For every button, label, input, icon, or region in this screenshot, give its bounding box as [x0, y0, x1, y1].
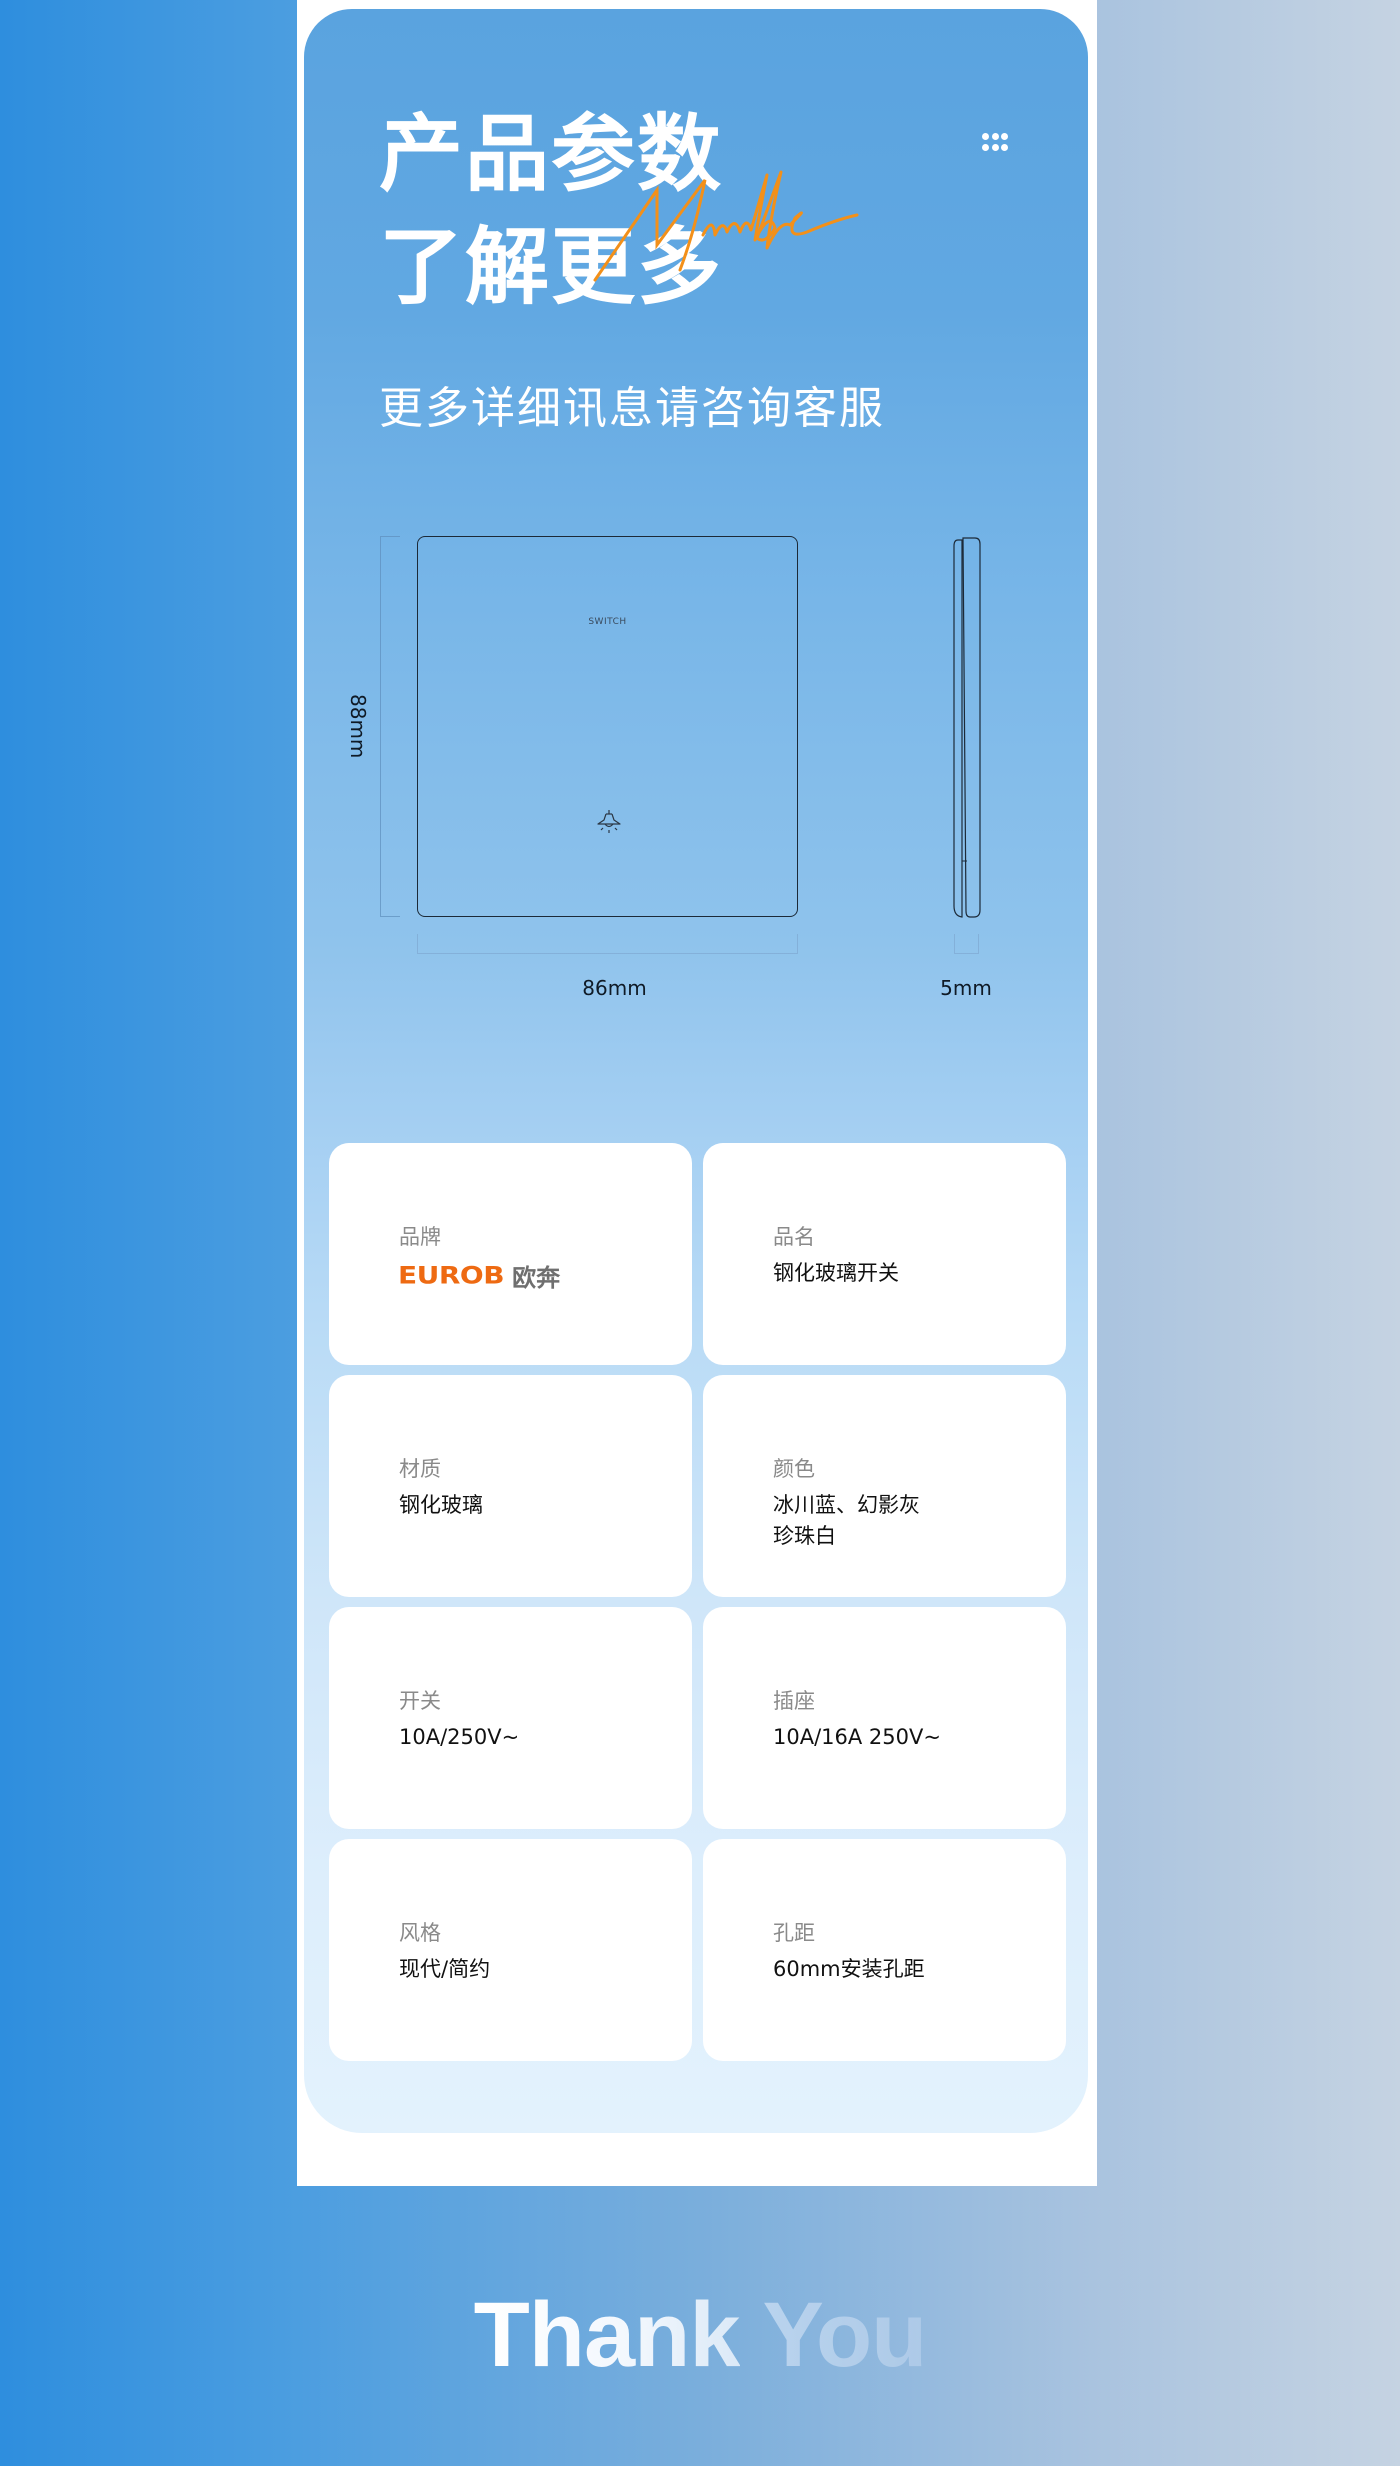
depth-dimension-line	[954, 934, 979, 954]
spec-label: 风格	[399, 1921, 441, 1945]
brand-logo-cn: 欧奔	[512, 1263, 561, 1292]
thank-you-banner: Thank You	[0, 2283, 1400, 2388]
spec-value: 钢化玻璃开关	[773, 1261, 899, 1285]
spec-label: 品名	[773, 1225, 815, 1249]
page-title-line-2: 了解更多	[379, 218, 724, 316]
spec-card-socket-rating[interactable]: 插座 10A/16A 250V~	[703, 1607, 1066, 1829]
dot	[982, 133, 989, 140]
width-dimension-line	[417, 934, 798, 954]
spec-value: 冰川蓝、幻影灰 珍珠白	[773, 1493, 920, 1548]
switch-side-view	[953, 537, 981, 918]
width-label: 86mm	[582, 976, 647, 1000]
page-title-line-1: 产品参数	[379, 105, 724, 203]
dot	[1001, 144, 1008, 151]
spec-card-switch-rating[interactable]: 开关 10A/250V~	[329, 1607, 692, 1829]
spec-value: 60mm安装孔距	[773, 1957, 925, 1981]
height-label: 88mm	[346, 694, 370, 759]
thank-word: Thank	[473, 2284, 741, 2386]
dot	[991, 133, 999, 140]
spec-value: 10A/16A 250V~	[773, 1725, 941, 1749]
spec-label: 插座	[773, 1689, 815, 1713]
spec-value: 现代/简约	[399, 1957, 491, 1981]
brand-logo-en: EUROB	[398, 1260, 505, 1290]
spec-card-color[interactable]: 颜色 冰川蓝、幻影灰 珍珠白	[703, 1375, 1066, 1597]
spec-card-style[interactable]: 风格 现代/简约	[329, 1839, 692, 2061]
spec-label: 材质	[399, 1457, 441, 1481]
dot	[982, 144, 989, 151]
spec-card-product-name[interactable]: 品名 钢化玻璃开关	[703, 1143, 1066, 1365]
spec-value: 10A/250V~	[399, 1725, 520, 1749]
spec-label: 品牌	[399, 1225, 441, 1249]
brand-logo: EUROB 欧奔	[398, 1260, 560, 1292]
switch-text: SWITCH	[588, 617, 627, 627]
spec-label: 颜色	[773, 1457, 815, 1481]
spec-label: 开关	[399, 1689, 441, 1713]
dot	[991, 144, 999, 151]
you-word: You	[762, 2284, 927, 2386]
menu-dots-icon[interactable]	[982, 133, 1010, 157]
spec-card-hole-spacing[interactable]: 孔距 60mm安装孔距	[703, 1839, 1066, 2061]
ceiling-lamp-icon	[597, 810, 621, 833]
spec-value: 钢化玻璃	[399, 1493, 483, 1517]
height-dimension-line	[380, 536, 400, 917]
spec-card-material[interactable]: 材质 钢化玻璃	[329, 1375, 692, 1597]
switch-front-view: SWITCH	[417, 536, 798, 917]
dot	[1001, 133, 1008, 140]
spec-card-brand[interactable]: 品牌 EUROB 欧奔	[329, 1143, 692, 1365]
page-subtitle: 更多详细讯息请咨询客服	[379, 383, 885, 434]
spec-label: 孔距	[773, 1921, 815, 1945]
depth-label: 5mm	[940, 976, 992, 1000]
